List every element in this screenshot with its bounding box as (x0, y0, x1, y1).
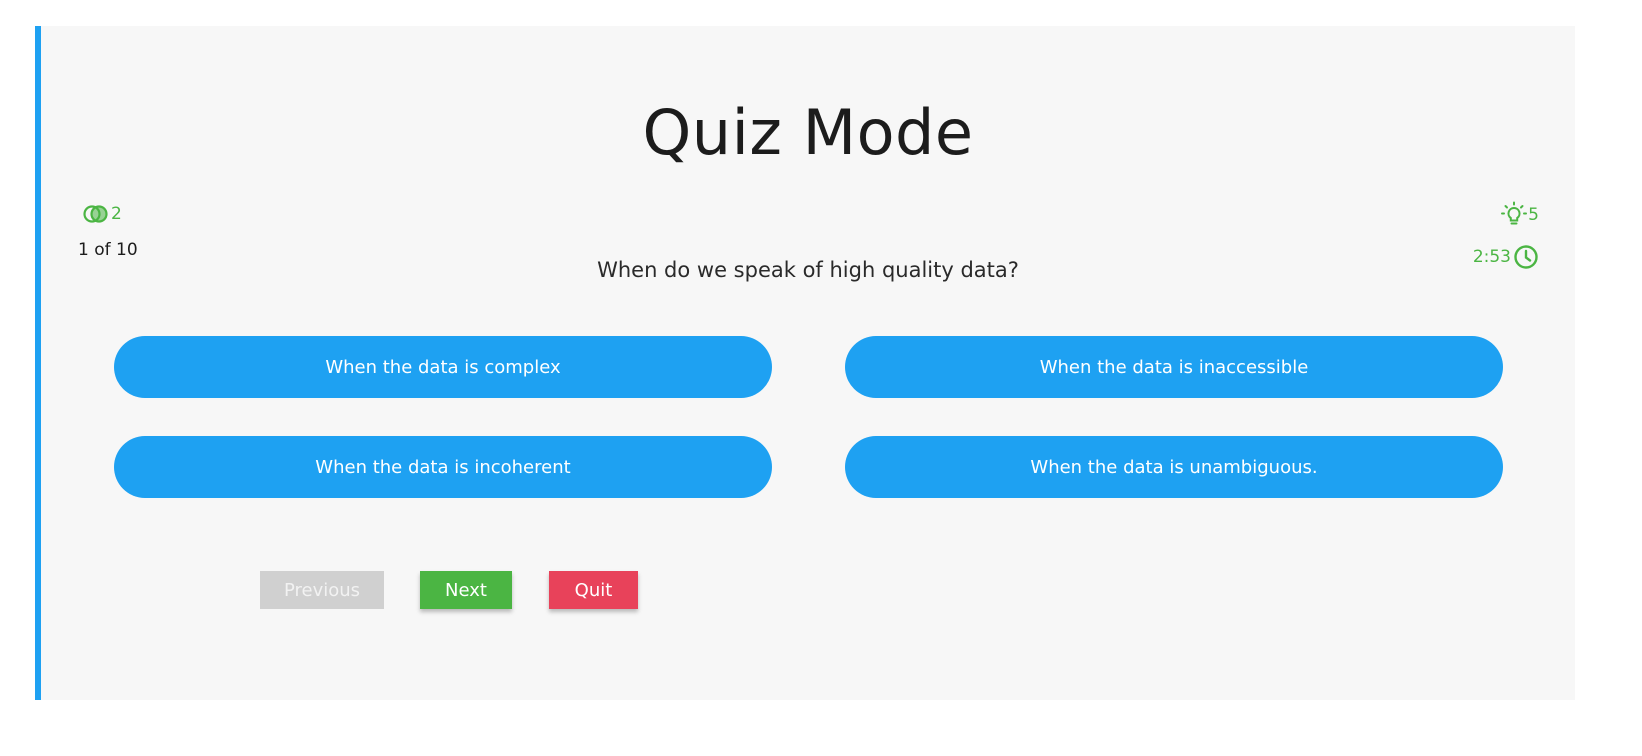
question-text: When do we speak of high quality data? (597, 258, 1019, 282)
answer-option-c[interactable]: When the data is incoherent (114, 436, 772, 498)
answer-option-a[interactable]: When the data is complex (114, 336, 772, 398)
hints-lifeline[interactable]: 5 (1500, 201, 1539, 229)
fifty-fifty-icon (83, 205, 108, 223)
fifty-fifty-count: 2 (111, 204, 122, 224)
hints-count: 5 (1528, 205, 1539, 225)
answer-option-d[interactable]: When the data is unambiguous. (845, 436, 1503, 498)
lightbulb-icon (1501, 201, 1528, 225)
page-title: Quiz Mode (642, 96, 974, 169)
quit-button[interactable]: Quit (549, 571, 638, 609)
answer-option-b[interactable]: When the data is inaccessible (845, 336, 1503, 398)
fifty-fifty-lifeline[interactable]: 2 (83, 204, 122, 224)
question-counter: 1 of 10 (78, 240, 138, 260)
previous-button[interactable]: Previous (260, 571, 384, 609)
quiz-panel: Quiz Mode 2 1 of 10 5 2:53 When do we sp… (35, 26, 1575, 700)
next-button[interactable]: Next (420, 571, 512, 609)
